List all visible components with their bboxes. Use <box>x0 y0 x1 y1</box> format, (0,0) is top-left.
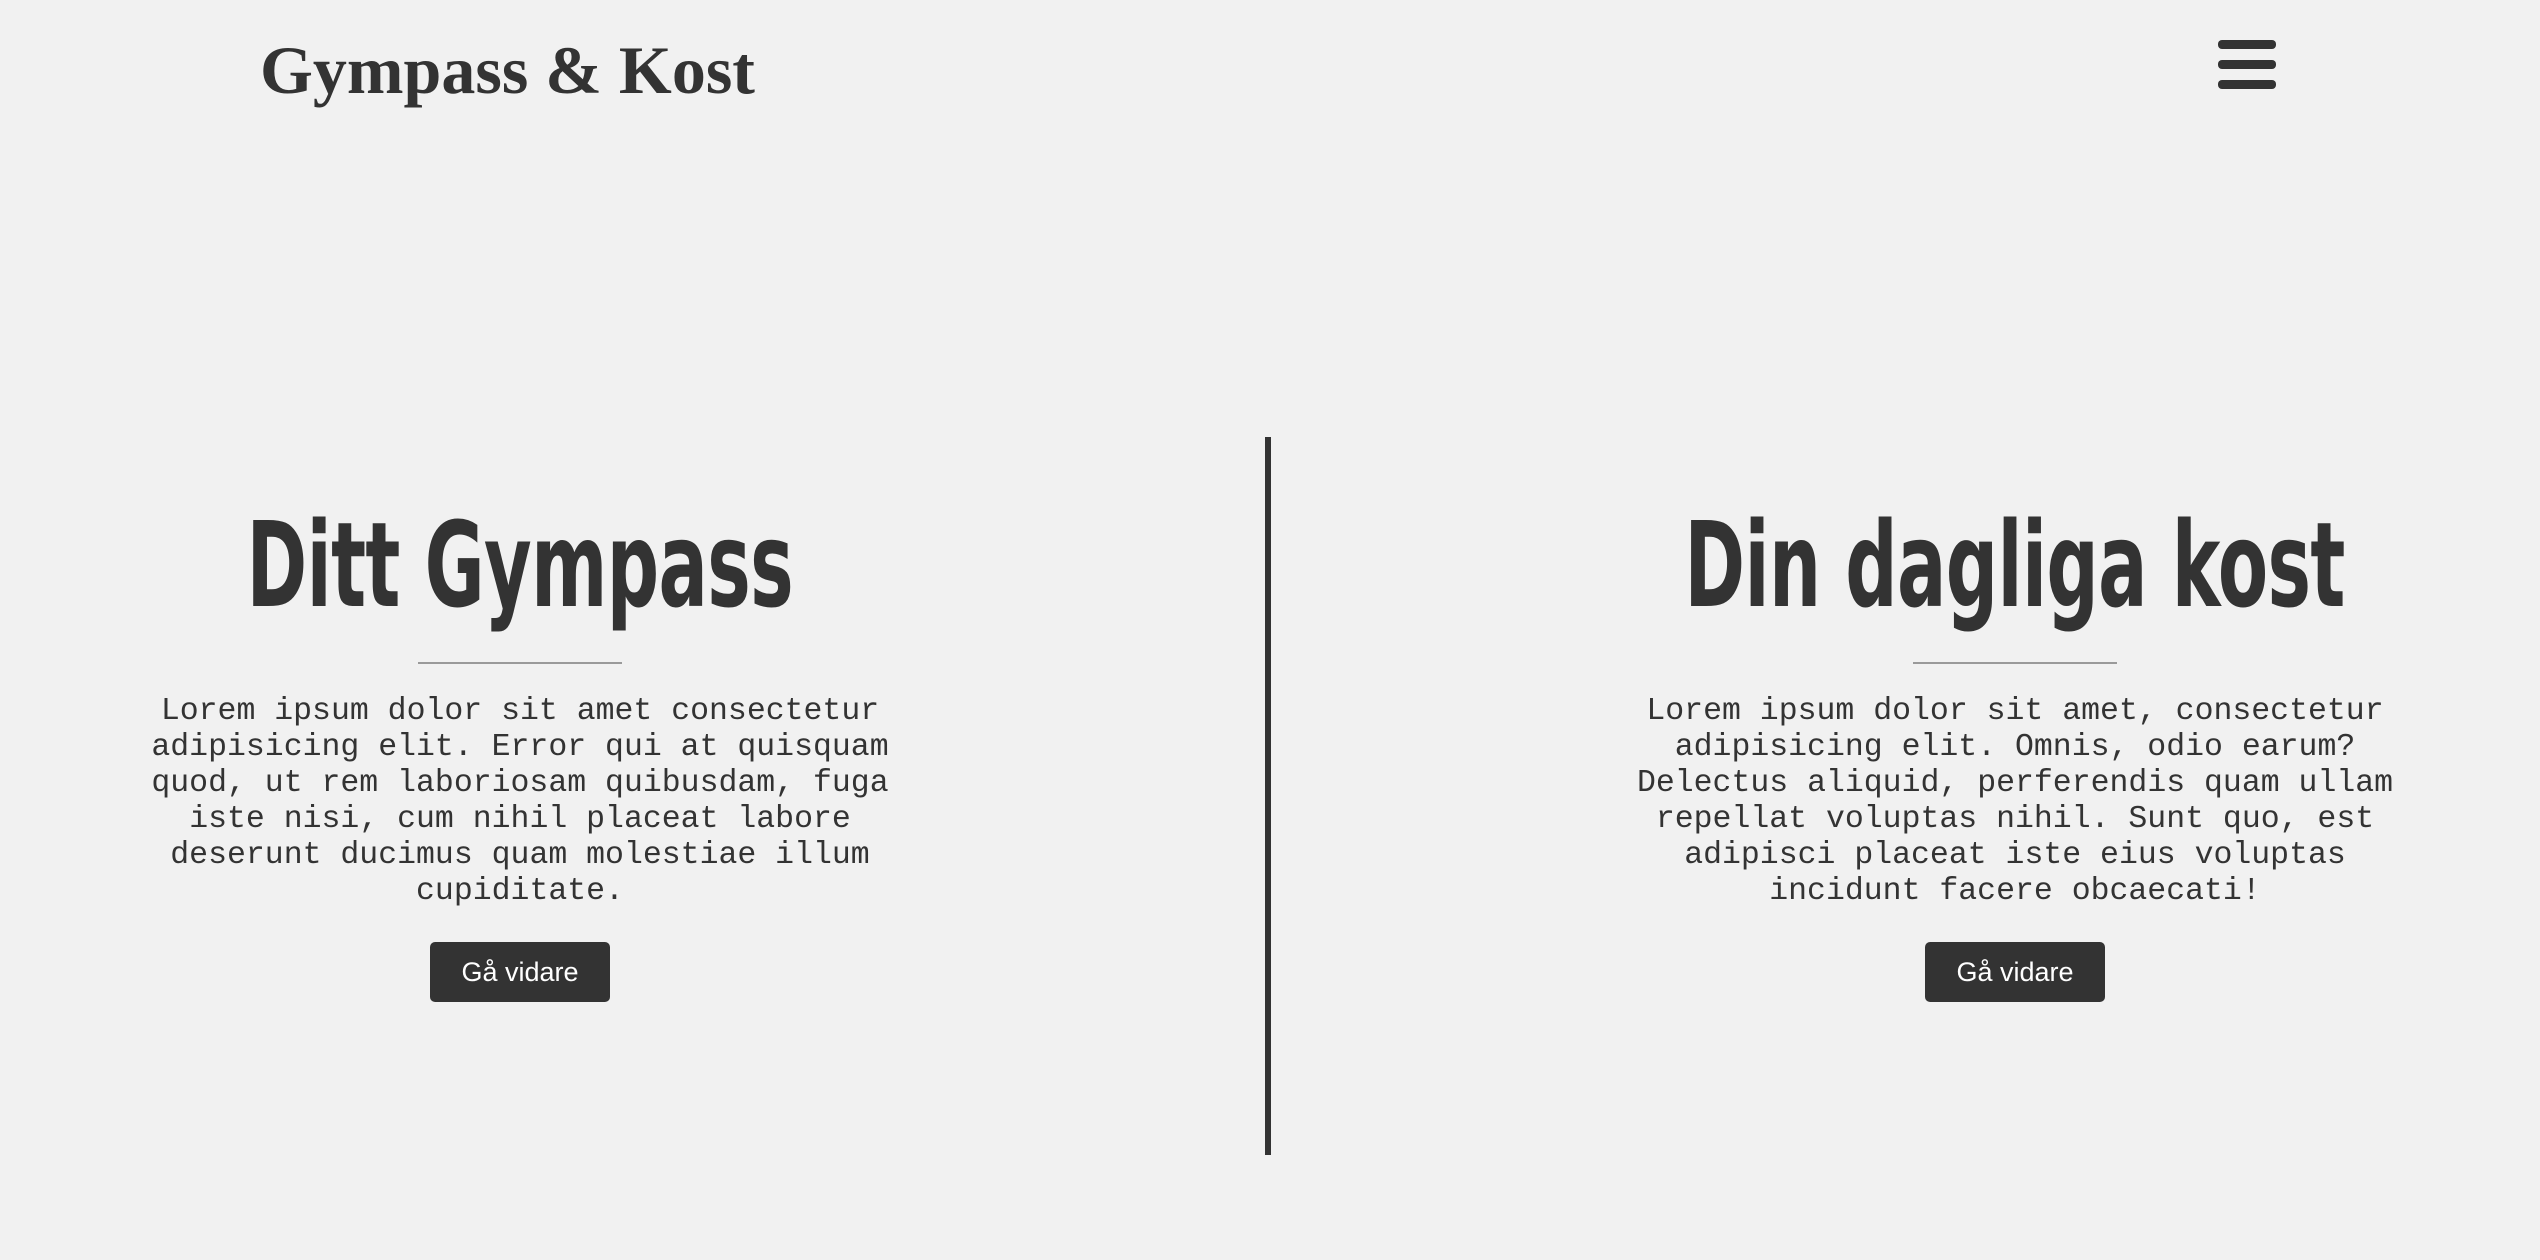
vertical-divider <box>1265 437 1271 1155</box>
panel-description: Lorem ipsum dolor sit amet, consectetur … <box>1636 694 2394 909</box>
panel-heading-wrapper: Ditt Gympass <box>70 480 970 650</box>
continue-button[interactable]: Gå vidare <box>1925 942 2105 1002</box>
panel-heading-wrapper: Din dagliga kost <box>1565 480 2465 650</box>
heading-underline <box>418 662 622 664</box>
continue-button[interactable]: Gå vidare <box>430 942 610 1002</box>
site-header: Gympass & Kost <box>0 0 2540 140</box>
menu-bar <box>2218 40 2276 49</box>
panel-heading: Ditt Gympass <box>246 496 794 634</box>
menu-bar <box>2218 60 2276 69</box>
gympass-panel: Ditt Gympass Lorem ipsum dolor sit amet … <box>70 480 970 1002</box>
panel-description: Lorem ipsum dolor sit amet consectetur a… <box>151 694 889 909</box>
menu-bar <box>2218 80 2276 89</box>
hamburger-menu-icon[interactable] <box>2218 38 2276 92</box>
heading-underline <box>1913 662 2117 664</box>
diet-panel: Din dagliga kost Lorem ipsum dolor sit a… <box>1565 480 2465 1002</box>
panel-heading: Din dagliga kost <box>1684 496 2346 634</box>
site-title[interactable]: Gympass & Kost <box>260 30 755 110</box>
